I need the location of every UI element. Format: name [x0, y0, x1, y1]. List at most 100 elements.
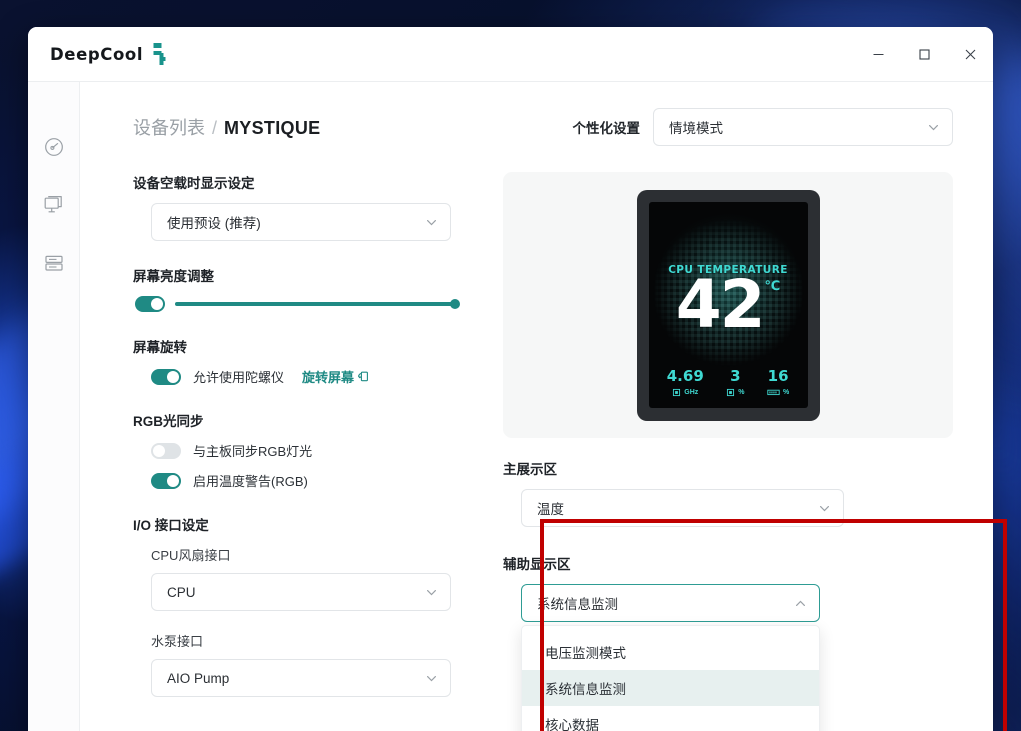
- device-preview-card: CPU TEMPERATURE 42 ℃ 4.69 GHz 3 % 16 %: [503, 172, 953, 438]
- brightness-group: 屏幕亮度调整: [133, 265, 463, 312]
- toggle-knob: [167, 370, 179, 383]
- maximize-button[interactable]: [901, 34, 947, 74]
- personalization-select[interactable]: 情境模式: [653, 108, 953, 146]
- aux-area-dropdown-wrapper: 系统信息监测 电压监测模式 系统信息监测 核心数据: [521, 584, 953, 731]
- breadcrumb: 设备列表 / MYSTIQUE: [133, 114, 320, 140]
- screen-stat-cpu-usage: 3 %: [726, 368, 745, 397]
- aux-area-value: 系统信息监测: [537, 597, 618, 612]
- brightness-slider[interactable]: [175, 299, 460, 309]
- cpu-chip-icon: [673, 388, 681, 396]
- rgb-warn-toggle[interactable]: [151, 472, 181, 489]
- cpu-fan-select[interactable]: CPU: [151, 573, 451, 611]
- close-icon: [965, 49, 975, 59]
- monitor-display-icon: [44, 196, 62, 213]
- stat-footer: %: [767, 388, 789, 397]
- rotate-screen-label: 旋转屏幕: [302, 370, 355, 385]
- pump-label: 水泵接口: [151, 634, 204, 649]
- aux-option-voltage[interactable]: 电压监测模式: [522, 634, 819, 670]
- left-settings-pane: 设备空载时显示设定 使用预设 (推荐) 屏幕亮度调整 屏幕旋转 允许使用陀螺仪 …: [133, 172, 463, 721]
- chevron-down-icon: [929, 124, 938, 130]
- brightness-slider-row: [133, 296, 463, 312]
- brand-label: DeepCool: [50, 44, 144, 64]
- idle-display-value: 使用预设 (推荐): [167, 216, 261, 231]
- stat-unit: %: [738, 388, 745, 396]
- sidebar-item-dashboard[interactable]: [28, 118, 79, 176]
- toggle-knob: [167, 474, 179, 487]
- main-area-group: 主展示区 温度: [503, 458, 953, 527]
- cpu-chip-icon: [727, 388, 735, 396]
- stat-footer: %: [726, 388, 745, 397]
- io-group: I/O 接口设定 CPU风扇接口 CPU 水泵接口 AIO Pump: [133, 514, 463, 697]
- chevron-down-icon: [427, 589, 436, 595]
- window-titlebar: DeepCool: [28, 27, 993, 81]
- right-preview-pane: CPU TEMPERATURE 42 ℃ 4.69 GHz 3 % 16 % 主…: [503, 172, 953, 731]
- device-screen: CPU TEMPERATURE 42 ℃ 4.69 GHz 3 % 16 %: [648, 201, 808, 408]
- screen-stat-ram-usage: 16 %: [767, 366, 789, 397]
- deepcool-app-window: DeepCool 设备列表 / MYSTIQUE 个性化设置 情境模式 设备空载…: [28, 27, 993, 731]
- rotate-screen-link[interactable]: 旋转屏幕: [302, 367, 370, 386]
- rotation-title: 屏幕旋转: [133, 340, 187, 355]
- breadcrumb-parent[interactable]: 设备列表: [133, 114, 205, 140]
- rgb-warn-row: 启用温度警告(RGB): [151, 471, 463, 490]
- server-rack-icon: [44, 255, 63, 271]
- content-top-row: 设备列表 / MYSTIQUE 个性化设置 情境模式: [80, 82, 993, 146]
- screen-stats-row: 4.69 GHz 3 % 16 %: [649, 366, 808, 408]
- dashboard-gauge-icon: [44, 138, 63, 156]
- breadcrumb-current: MYSTIQUE: [224, 118, 321, 138]
- stat-footer: GHz: [667, 388, 704, 397]
- minimize-button[interactable]: [855, 34, 901, 74]
- main-area-value: 温度: [537, 502, 564, 517]
- aux-option-core-data[interactable]: 核心数据: [522, 706, 819, 731]
- main-area-select[interactable]: 温度: [521, 489, 844, 527]
- window-body: 设备列表 / MYSTIQUE 个性化设置 情境模式 设备空载时显示设定 使用预…: [28, 81, 993, 731]
- toggle-knob: [153, 444, 165, 457]
- screen-content: CPU TEMPERATURE 42 ℃ 4.69 GHz 3 % 16 %: [649, 202, 808, 408]
- pump-value: AIO Pump: [167, 670, 230, 686]
- rgb-warn-label: 启用温度警告(RGB): [193, 474, 308, 489]
- idle-display-select[interactable]: 使用预设 (推荐): [151, 203, 451, 241]
- window-controls: [855, 27, 993, 81]
- personalization-label: 个性化设置: [572, 121, 641, 136]
- gyro-toggle[interactable]: [151, 368, 181, 385]
- screen-temperature-unit: ℃: [764, 277, 781, 293]
- main-content: 设备列表 / MYSTIQUE 个性化设置 情境模式 设备空载时显示设定 使用预…: [80, 82, 993, 731]
- pump-select[interactable]: AIO Pump: [151, 659, 451, 697]
- chevron-up-icon: [796, 600, 805, 606]
- cpu-fan-label: CPU风扇接口: [151, 548, 231, 563]
- rgb-group: RGB光同步 与主板同步RGB灯光 启用温度警告(RGB): [133, 410, 463, 490]
- content-panes: 设备空载时显示设定 使用预设 (推荐) 屏幕亮度调整 屏幕旋转 允许使用陀螺仪 …: [80, 146, 993, 731]
- rgb-title: RGB光同步: [133, 414, 204, 429]
- rotation-group: 屏幕旋转 允许使用陀螺仪 旋转屏幕: [133, 336, 463, 386]
- gyro-label: 允许使用陀螺仪: [193, 370, 285, 385]
- io-title: I/O 接口设定: [133, 518, 209, 533]
- sidebar-item-devices[interactable]: [28, 234, 79, 292]
- gyro-row: 允许使用陀螺仪 旋转屏幕: [151, 367, 463, 386]
- stat-value: 16: [767, 366, 789, 385]
- chevron-down-icon: [427, 675, 436, 681]
- idle-display-group: 设备空载时显示设定 使用预设 (推荐): [133, 172, 463, 241]
- screen-temperature-block: 42 ℃: [649, 271, 808, 369]
- rgb-sync-toggle[interactable]: [151, 442, 181, 459]
- sidebar-item-display[interactable]: [28, 176, 79, 234]
- personalization-control: 个性化设置 情境模式: [572, 108, 953, 146]
- close-button[interactable]: [947, 34, 993, 74]
- idle-display-title: 设备空载时显示设定: [133, 176, 255, 191]
- device-bezel: CPU TEMPERATURE 42 ℃ 4.69 GHz 3 % 16 %: [636, 189, 820, 421]
- breadcrumb-separator: /: [212, 118, 218, 138]
- stat-unit: GHz: [684, 388, 699, 396]
- aux-option-system-info[interactable]: 系统信息监测: [522, 670, 819, 706]
- stat-unit: %: [783, 388, 790, 396]
- desktop-wallpaper: DeepCool 设备列表 / MYSTIQUE 个性化设置 情境模式 设备空载…: [0, 0, 1021, 731]
- main-area-title: 主展示区: [503, 462, 557, 477]
- cpu-fan-value: CPU: [167, 584, 196, 600]
- toggle-knob: [151, 298, 163, 310]
- personalization-value: 情境模式: [669, 121, 723, 136]
- brightness-toggle[interactable]: [135, 296, 165, 312]
- brightness-slider-handle[interactable]: [450, 299, 460, 309]
- screen-stat-cpu-freq: 4.69 GHz: [667, 368, 704, 397]
- aux-area-group: 辅助显示区 系统信息监测 电压监测模式 系统信息监测 核心数据: [503, 553, 953, 731]
- aux-area-options-menu: 电压监测模式 系统信息监测 核心数据: [521, 625, 820, 731]
- chevron-down-icon: [427, 219, 436, 225]
- aux-area-title: 辅助显示区: [503, 557, 571, 572]
- aux-area-select[interactable]: 系统信息监测: [521, 584, 820, 622]
